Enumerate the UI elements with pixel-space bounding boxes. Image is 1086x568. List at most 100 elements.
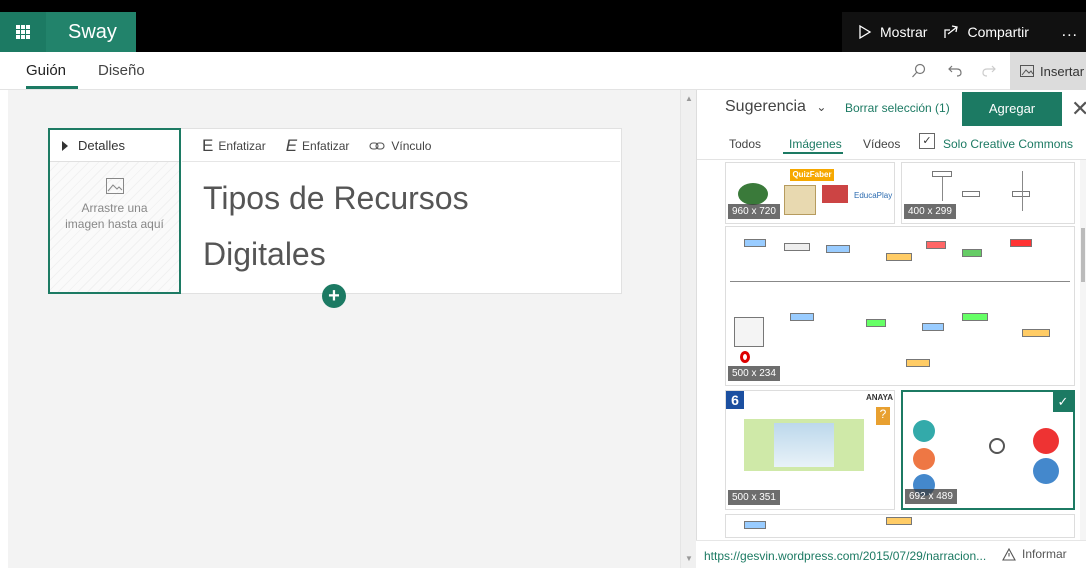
tab-diseno[interactable]: Diseño bbox=[98, 62, 145, 79]
timeline-box bbox=[866, 319, 886, 327]
timeline-box bbox=[926, 241, 946, 249]
emphasis-italic-label: Enfatizar bbox=[302, 138, 350, 153]
circle-graphic bbox=[913, 420, 935, 442]
diagram-line bbox=[942, 177, 943, 201]
insert-label: Insertar bbox=[1040, 63, 1085, 79]
pane-scrollbar[interactable] bbox=[1080, 160, 1086, 560]
waffle-icon bbox=[16, 25, 30, 39]
timeline-box bbox=[784, 243, 810, 251]
thumbnail-logo-educaplay: EducaPlay bbox=[854, 191, 893, 200]
canvas-scrollbar[interactable]: ▲ ▼ bbox=[680, 90, 696, 568]
opera-logo-graphic bbox=[740, 351, 750, 363]
app-name[interactable]: Sway bbox=[46, 12, 136, 52]
timeline-box bbox=[790, 313, 814, 321]
show-button[interactable]: Mostrar bbox=[858, 24, 927, 40]
app-launcher-button[interactable] bbox=[0, 12, 46, 52]
question-graphic: ? bbox=[876, 407, 890, 425]
active-tab-indicator bbox=[26, 86, 78, 89]
image-thumbnail[interactable]: QuizFaber EducaPlay 960 x 720 bbox=[725, 162, 895, 224]
timeline-box bbox=[962, 249, 982, 257]
more-options-button[interactable]: ... bbox=[1062, 23, 1078, 41]
suggestion-dropdown[interactable]: Sugerencia ⌄ bbox=[725, 98, 826, 116]
suggestions-pane: Sugerencia ⌄ Borrar selección (1) Agrega… bbox=[696, 90, 1086, 568]
thumbnail-size-label: 692 x 489 bbox=[905, 489, 957, 504]
card-title-line-2: Digitales bbox=[203, 236, 326, 272]
thumbnail-header-anaya: ANAYA bbox=[866, 393, 893, 402]
insert-button[interactable]: Insertar bbox=[1010, 52, 1086, 90]
thumbnail-size-label: 400 x 299 bbox=[904, 204, 956, 219]
source-url-link[interactable]: https://gesvin.wordpress.com/2015/07/29/… bbox=[704, 549, 986, 563]
format-toolbar: E Enfatizar E Enfatizar Vínculo bbox=[182, 130, 620, 162]
warning-icon bbox=[1002, 547, 1016, 561]
creative-commons-label[interactable]: Solo Creative Commons bbox=[943, 137, 1073, 151]
diagram-box bbox=[1012, 191, 1030, 197]
timeline-box bbox=[1010, 239, 1032, 247]
add-content-button[interactable]: + bbox=[322, 284, 346, 308]
thumbnail-size-label: 500 x 351 bbox=[728, 490, 780, 505]
selected-check-icon: ✓ bbox=[1053, 392, 1073, 412]
search-button[interactable] bbox=[908, 60, 930, 82]
tab-imagenes[interactable]: Imágenes bbox=[789, 137, 842, 151]
emphasis-italic-button[interactable]: E Enfatizar bbox=[286, 136, 350, 156]
search-icon bbox=[912, 63, 926, 78]
timeline-box bbox=[886, 253, 912, 261]
image-thumbnail-selected[interactable]: ✓ 692 x 489 bbox=[901, 390, 1075, 510]
view-tabs-bar: Guión Diseño bbox=[0, 52, 1086, 90]
timeline-box bbox=[744, 521, 766, 529]
close-icon[interactable]: ✕ bbox=[1071, 96, 1086, 122]
image-thumbnail[interactable]: 400 x 299 bbox=[901, 162, 1075, 224]
scroll-down-arrow[interactable]: ▼ bbox=[685, 554, 693, 563]
link-button[interactable]: Vínculo bbox=[369, 139, 431, 153]
image-icon bbox=[1020, 65, 1034, 77]
show-label: Mostrar bbox=[880, 24, 928, 40]
emphasis-italic-icon: E bbox=[285, 135, 298, 155]
status-bar: https://gesvin.wordpress.com/2015/07/29/… bbox=[696, 540, 1086, 568]
drop-hint: Arrastre una imagen hasta aquí bbox=[65, 201, 164, 231]
link-label: Vínculo bbox=[391, 138, 432, 153]
wind-turbine-photo bbox=[774, 423, 834, 467]
play-icon bbox=[859, 25, 872, 39]
image-thumbnail[interactable]: 6 ANAYA ? 500 x 351 bbox=[725, 390, 895, 510]
number-badge: 6 bbox=[726, 391, 744, 409]
scroll-up-arrow[interactable]: ▲ bbox=[685, 94, 693, 103]
diagram-box bbox=[962, 191, 980, 197]
image-drop-zone[interactable]: Arrastre una imagen hasta aquí bbox=[50, 162, 179, 292]
emphasis-button[interactable]: E Enfatizar bbox=[202, 136, 266, 156]
tab-todos[interactable]: Todos bbox=[729, 137, 761, 151]
report-button[interactable]: Informar bbox=[1002, 547, 1067, 561]
timeline-box bbox=[886, 517, 912, 525]
red-logo-graphic bbox=[822, 185, 848, 203]
link-icon bbox=[369, 141, 385, 150]
circle-graphic bbox=[1033, 458, 1059, 484]
scroll-thumb[interactable] bbox=[1081, 228, 1085, 282]
redo-button[interactable] bbox=[978, 60, 1000, 82]
circle-graphic bbox=[1033, 428, 1059, 454]
timeline-box bbox=[1022, 329, 1050, 337]
image-placeholder-icon bbox=[105, 178, 124, 194]
thumbnail-size-label: 500 x 234 bbox=[728, 366, 780, 381]
undo-button[interactable] bbox=[944, 60, 966, 82]
card-title[interactable]: Tipos de Recursos Digitales bbox=[203, 170, 603, 282]
circle-graphic bbox=[913, 448, 935, 470]
share-icon bbox=[944, 25, 959, 38]
details-label: Detalles bbox=[78, 138, 125, 153]
top-actions: Mostrar Compartir ... bbox=[842, 12, 1086, 52]
tab-videos[interactable]: Vídeos bbox=[863, 137, 900, 151]
creative-commons-checkbox[interactable]: ✓ bbox=[919, 133, 935, 149]
add-button[interactable]: Agregar bbox=[962, 92, 1062, 126]
timeline-box bbox=[962, 313, 988, 321]
share-button[interactable]: Compartir bbox=[943, 24, 1029, 40]
details-toggle[interactable]: Detalles bbox=[50, 130, 179, 162]
image-thumbnail-partial[interactable] bbox=[725, 514, 1075, 538]
tab-guion[interactable]: Guión bbox=[26, 62, 66, 79]
image-thumbnail[interactable]: 500 x 234 bbox=[725, 226, 1075, 386]
timeline-box bbox=[922, 323, 944, 331]
details-panel[interactable]: Detalles Arrastre una imagen hasta aquí bbox=[48, 128, 181, 294]
active-pane-tab-indicator bbox=[783, 152, 843, 154]
undo-icon bbox=[948, 65, 962, 77]
clear-selection-link[interactable]: Borrar selección (1) bbox=[845, 101, 950, 115]
timeline-box bbox=[906, 359, 930, 367]
suggestion-label: Sugerencia bbox=[725, 98, 806, 115]
pane-header: Sugerencia ⌄ Borrar selección (1) Agrega… bbox=[697, 90, 1086, 128]
share-label: Compartir bbox=[967, 24, 1029, 40]
